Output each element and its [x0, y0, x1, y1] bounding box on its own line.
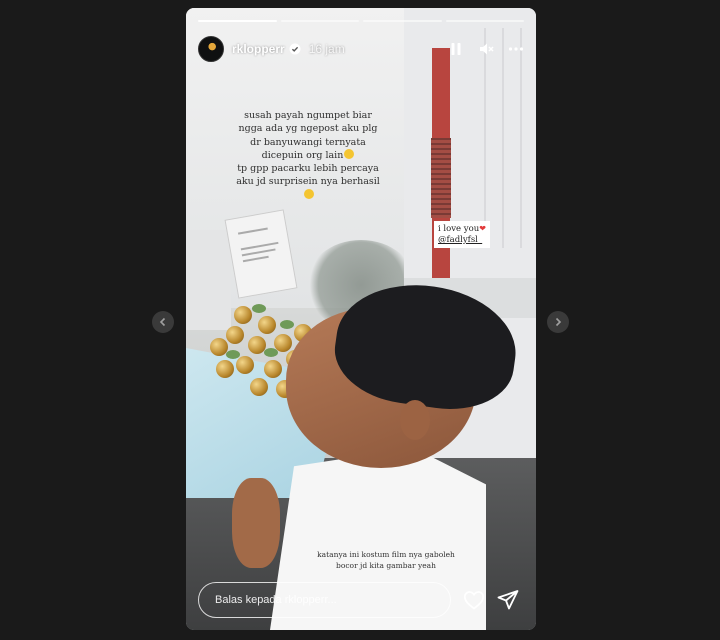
progress-segment: [280, 20, 359, 22]
caption-line: susah payah ngumpet biar: [244, 110, 372, 121]
chevron-right-icon: [555, 317, 562, 327]
caption-line: [216, 188, 400, 202]
story-photo-ear: [400, 400, 430, 440]
story-frame[interactable]: rklopperr 16 jam susah payah ngumpet bia…: [186, 8, 536, 630]
progress-segment: [363, 20, 442, 22]
story-caption: susah payah ngumpet biar ngga ada yg nge…: [216, 109, 400, 202]
red-heart-icon: ❤: [479, 224, 486, 233]
heart-icon[interactable]: [462, 588, 486, 612]
sad-emoji-icon: [344, 148, 355, 159]
pause-icon[interactable]: [448, 41, 464, 57]
header-controls: [448, 41, 524, 57]
more-horizontal-icon[interactable]: [508, 41, 524, 57]
caption-line: aku jd surprisein nya berhasil: [236, 176, 380, 188]
reply-box[interactable]: [198, 582, 451, 618]
bottom-caption-line: katanya ini kostum film nya gaboleh: [317, 550, 455, 559]
username[interactable]: rklopperr: [232, 42, 285, 56]
caption-line: ngga ada yg ngepost aku plg: [238, 123, 378, 135]
bottom-caption: katanya ini kostum film nya gaboleh boco…: [306, 549, 466, 571]
caption-line: dr banyuwangi ternyata: [250, 136, 366, 148]
muted-speaker-icon[interactable]: [478, 41, 494, 57]
progress-segment: [445, 20, 524, 22]
story-header: rklopperr 16 jam: [198, 34, 524, 64]
story-photo-hand: [232, 478, 280, 568]
paper-plane-icon[interactable]: [496, 588, 520, 612]
bottom-caption-line: bocor jd kita gambar yeah: [336, 561, 436, 570]
avatar[interactable]: [198, 36, 224, 62]
progress-segment: [198, 20, 277, 22]
mention-handle[interactable]: @fadlyfsl_: [438, 235, 486, 246]
mention-sticker[interactable]: i love you❤ @fadlyfsl_: [434, 221, 490, 248]
next-story-button[interactable]: [547, 311, 569, 333]
kiss-emoji-icon: [303, 188, 314, 199]
previous-story-button[interactable]: [152, 311, 174, 333]
caption-line: tp gpp pacarku lebih percaya: [237, 163, 379, 175]
post-time: 16 jam: [308, 42, 345, 56]
verified-badge-icon: [289, 43, 301, 55]
reply-input[interactable]: [215, 594, 435, 606]
story-viewer: rklopperr 16 jam susah payah ngumpet bia…: [0, 0, 720, 640]
chevron-left-icon: [159, 317, 166, 327]
mention-text: i love you: [438, 224, 480, 234]
story-progress-bar: [198, 20, 524, 22]
caption-line: dicepuin org lain: [216, 148, 400, 162]
